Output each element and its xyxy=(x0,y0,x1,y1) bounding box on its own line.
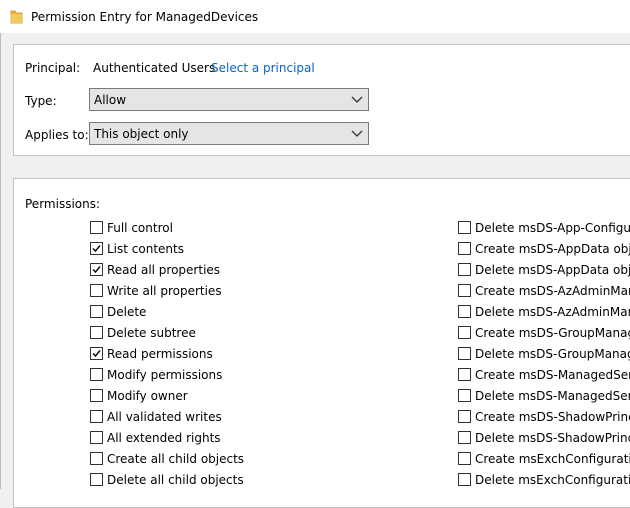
checkmark-icon xyxy=(92,266,101,274)
permission-label: Modify permissions xyxy=(107,368,223,382)
select-principal-link[interactable]: Select a principal xyxy=(211,60,315,76)
permission-label: Delete xyxy=(107,305,147,319)
type-dropdown[interactable]: Allow xyxy=(89,88,369,111)
permission-label: Delete msDS-ManagedService xyxy=(475,389,630,403)
permission-label: Create msDS-GroupManaged xyxy=(475,326,630,340)
permission-label: Create msDS-AzAdminManag xyxy=(475,284,630,298)
permission-checkbox[interactable] xyxy=(90,368,103,381)
folder-icon xyxy=(10,10,23,24)
permission-checkbox[interactable] xyxy=(90,242,103,255)
permission-label: Create msDS-ShadowPrincipa xyxy=(475,410,630,424)
applies-to-dropdown-value: This object only xyxy=(94,127,189,141)
permission-label: Read all properties xyxy=(107,263,221,277)
permission-checkbox[interactable] xyxy=(90,221,103,234)
permission-label: Create msDS-AppData object xyxy=(475,242,630,256)
title-bar: Permission Entry for ManagedDevices xyxy=(0,0,630,33)
permission-label: All extended rights xyxy=(107,431,221,445)
type-label: Type: xyxy=(25,94,57,108)
permission-checkbox[interactable] xyxy=(458,221,471,234)
permission-checkbox[interactable] xyxy=(458,242,471,255)
window-title: Permission Entry for ManagedDevices xyxy=(31,10,259,24)
permission-checkbox[interactable] xyxy=(90,389,103,402)
checkmark-icon xyxy=(92,245,101,253)
permission-label: Delete msDS-AzAdminManag xyxy=(475,305,630,319)
permission-label: Full control xyxy=(107,221,173,235)
permission-checkbox[interactable] xyxy=(458,452,471,465)
permission-label: Read permissions xyxy=(107,347,213,361)
permission-label: Delete msExchConfigurationC xyxy=(475,473,630,487)
permission-checkbox[interactable] xyxy=(90,347,103,360)
permission-label: Modify owner xyxy=(107,389,188,403)
applies-to-dropdown[interactable]: This object only xyxy=(89,122,369,145)
permission-label: List contents xyxy=(107,242,184,256)
permission-label: Delete subtree xyxy=(107,326,196,340)
permission-checkbox[interactable] xyxy=(458,284,471,297)
permissions-label: Permissions: xyxy=(25,197,101,211)
permission-checkbox[interactable] xyxy=(458,263,471,276)
chevron-down-icon xyxy=(351,130,363,137)
permission-checkbox[interactable] xyxy=(90,284,103,297)
permission-label: Create msDS-ManagedService xyxy=(475,368,630,382)
principal-label: Principal: xyxy=(25,61,81,75)
permission-checkbox[interactable] xyxy=(90,410,103,423)
chevron-down-icon xyxy=(351,96,363,103)
permission-checkbox[interactable] xyxy=(458,326,471,339)
permission-label: Create msExchConfigurationC xyxy=(475,452,630,466)
applies-to-label: Applies to: xyxy=(25,128,89,142)
permission-checkbox[interactable] xyxy=(458,410,471,423)
permission-label: Delete all child objects xyxy=(107,473,244,487)
window-border xyxy=(0,33,1,489)
permission-checkbox[interactable] xyxy=(90,305,103,318)
permission-label: Delete msDS-AppData objects xyxy=(475,263,630,277)
permission-checkbox[interactable] xyxy=(458,305,471,318)
permission-checkbox[interactable] xyxy=(458,368,471,381)
permission-checkbox[interactable] xyxy=(458,389,471,402)
permission-checkbox[interactable] xyxy=(90,452,103,465)
permission-checkbox[interactable] xyxy=(90,326,103,339)
checkmark-icon xyxy=(92,350,101,358)
permission-checkbox[interactable] xyxy=(90,431,103,444)
type-dropdown-value: Allow xyxy=(94,93,127,107)
permission-label: Delete msDS-ShadowPrincipa xyxy=(475,431,630,445)
permission-checkbox[interactable] xyxy=(458,473,471,486)
permission-checkbox[interactable] xyxy=(458,347,471,360)
principal-value: Authenticated Users xyxy=(93,61,216,75)
permission-checkbox[interactable] xyxy=(90,473,103,486)
permission-label: Create all child objects xyxy=(107,452,245,466)
permission-label: Delete msDS-GroupManagedS xyxy=(475,347,630,361)
permission-checkbox[interactable] xyxy=(90,263,103,276)
permission-label: All validated writes xyxy=(107,410,222,424)
permission-label: Write all properties xyxy=(107,284,222,298)
permission-checkbox[interactable] xyxy=(458,431,471,444)
permission-label: Delete msDS-App-Configurat xyxy=(475,221,630,235)
